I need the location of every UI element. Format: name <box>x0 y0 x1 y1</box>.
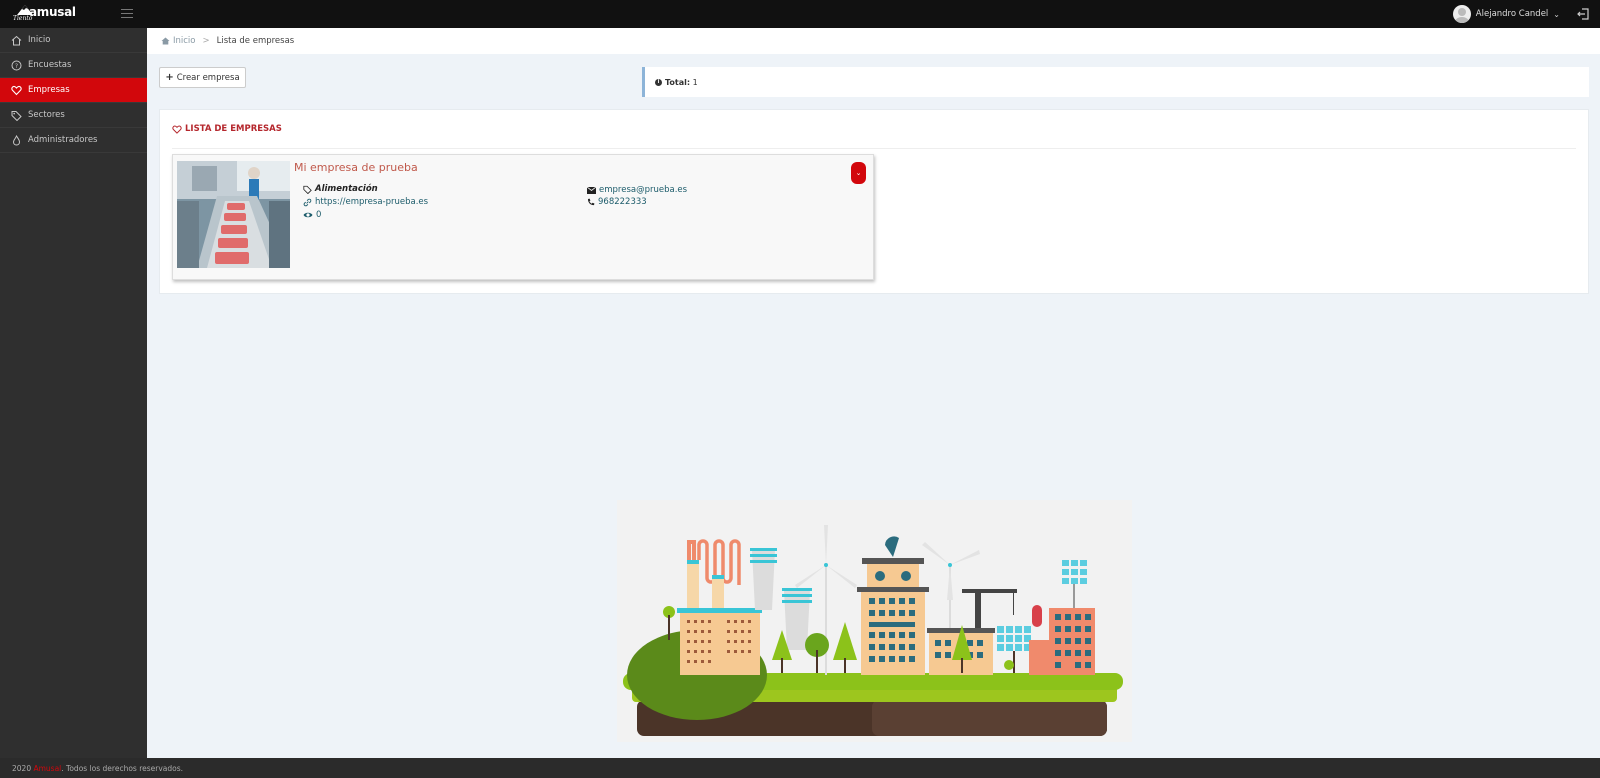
panel-title-text: LISTA DE EMPRESAS <box>185 124 282 134</box>
sidebar-item-label: Empresas <box>28 85 70 95</box>
company-website: https://empresa-prueba.es <box>315 197 429 207</box>
company-website-link[interactable]: https://empresa-prueba.es <box>303 197 428 207</box>
sidebar-item-label: Administradores <box>28 135 98 145</box>
envelope-icon <box>587 186 596 194</box>
company-views-count: 0 <box>316 210 322 220</box>
menu-toggle-icon[interactable] <box>121 9 133 19</box>
breadcrumb-home-label: Inicio <box>173 36 196 46</box>
question-circle-icon: ? <box>11 60 22 71</box>
sidebar-item-label: Sectores <box>28 110 65 120</box>
city-illustration <box>617 500 1132 742</box>
company-list-panel: LISTA DE EMPRESAS Mi empresa de prueba A… <box>159 109 1589 294</box>
home-icon <box>161 37 170 45</box>
company-views: 0 <box>303 210 321 220</box>
heart-icon <box>172 125 182 134</box>
company-phone-value: 968222333 <box>598 197 647 207</box>
eye-icon <box>303 211 313 219</box>
breadcrumb-separator: > <box>202 36 210 46</box>
sidebar: Inicio ? Encuestas Empresas Sectores Adm… <box>0 28 147 758</box>
user-menu[interactable]: Alejandro Candel ⌄ <box>1452 5 1560 23</box>
avatar <box>1452 5 1471 23</box>
company-card: Mi empresa de prueba Alimentación https:… <box>172 154 874 280</box>
chevron-down-icon: ⌄ <box>1553 9 1560 19</box>
svg-text:?: ? <box>15 63 18 70</box>
total-info-box: i Total: 1 <box>642 67 1589 97</box>
logout-icon[interactable] <box>1576 7 1590 21</box>
heart-icon <box>11 85 22 96</box>
user-name: Alejandro Candel <box>1475 9 1549 19</box>
footer-year: 2020 <box>12 764 32 773</box>
company-sector-label: Alimentación <box>315 184 378 194</box>
info-icon: i <box>655 78 662 86</box>
create-company-button[interactable]: + Crear empresa <box>159 67 246 88</box>
tag-icon <box>11 110 22 121</box>
company-name-link[interactable]: Mi empresa de prueba <box>294 161 418 174</box>
company-email-value: empresa@prueba.es <box>599 185 688 195</box>
sidebar-item-sectores[interactable]: Sectores <box>0 103 147 128</box>
breadcrumb-current: Lista de empresas <box>216 36 295 46</box>
tag-icon <box>303 185 312 194</box>
card-dropdown-button[interactable]: ⌄ <box>851 162 866 184</box>
company-email: empresa@prueba.es <box>587 185 687 195</box>
link-icon <box>303 198 312 207</box>
footer-rights: . Todos los derechos reservados. <box>61 764 184 773</box>
sidebar-item-empresas[interactable]: Empresas <box>0 78 147 103</box>
sidebar-item-label: Encuestas <box>28 60 72 70</box>
footer: 2020 Amusal. Todos los derechos reservad… <box>0 758 1600 778</box>
phone-icon <box>587 198 595 206</box>
divider <box>172 148 1576 149</box>
footer-brand-link[interactable]: Amusal <box>33 764 61 773</box>
plus-icon: + <box>165 72 174 83</box>
panel-title: LISTA DE EMPRESAS <box>172 124 282 134</box>
create-company-label: Crear empresa <box>176 72 240 83</box>
top-bar: amusal Tiento Alejandro Candel ⌄ <box>0 0 1600 28</box>
company-sector: Alimentación <box>303 184 378 194</box>
logo-script: Tiento <box>13 15 33 22</box>
home-icon <box>11 35 22 46</box>
sidebar-item-inicio[interactable]: Inicio <box>0 28 147 53</box>
sidebar-item-administradores[interactable]: Administradores <box>0 128 147 153</box>
breadcrumb-home[interactable]: Inicio <box>161 36 196 46</box>
company-phone: 968222333 <box>587 197 647 207</box>
sidebar-item-encuestas[interactable]: ? Encuestas <box>0 53 147 78</box>
total-label: Total: <box>665 77 691 87</box>
fire-icon <box>11 134 22 146</box>
chevron-down-icon: ⌄ <box>855 169 862 177</box>
breadcrumb: Inicio > Lista de empresas <box>147 28 1600 54</box>
sidebar-item-label: Inicio <box>28 35 51 45</box>
company-image <box>177 161 290 268</box>
logo-text: amusal <box>29 5 76 19</box>
total-value: 1 <box>692 77 698 87</box>
